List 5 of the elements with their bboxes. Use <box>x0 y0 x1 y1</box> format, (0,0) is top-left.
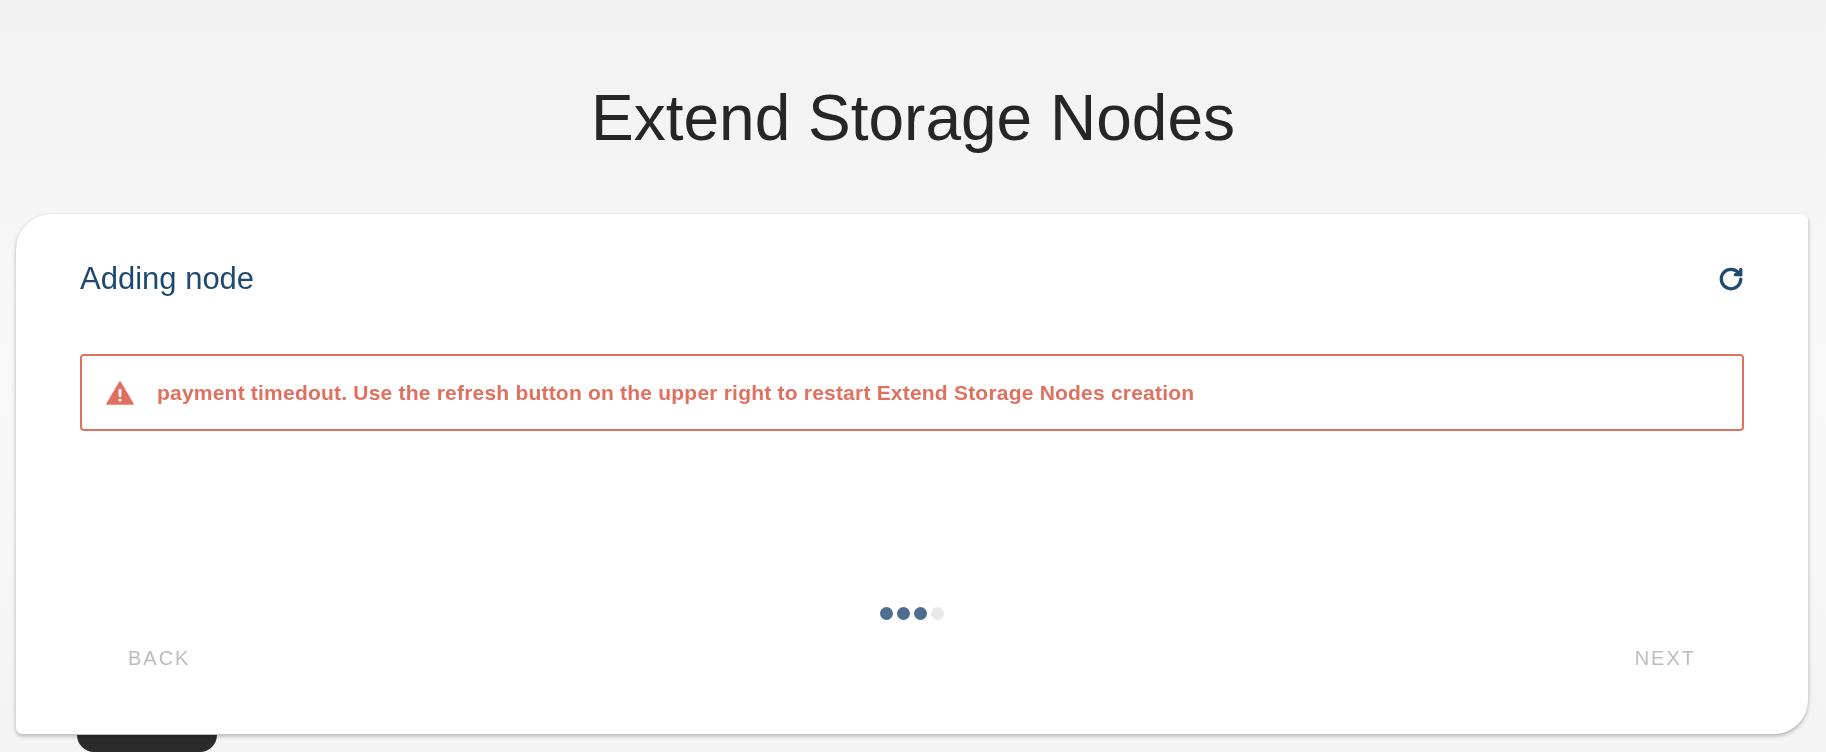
alert-message: payment timedout. Use the refresh button on the upper right to restart Extend Storage Nodes creation <box>157 379 1195 406</box>
warning-icon <box>106 380 134 405</box>
refresh-button[interactable] <box>1718 265 1744 292</box>
card-title: Adding node <box>80 260 255 297</box>
refresh-icon <box>1718 265 1744 292</box>
